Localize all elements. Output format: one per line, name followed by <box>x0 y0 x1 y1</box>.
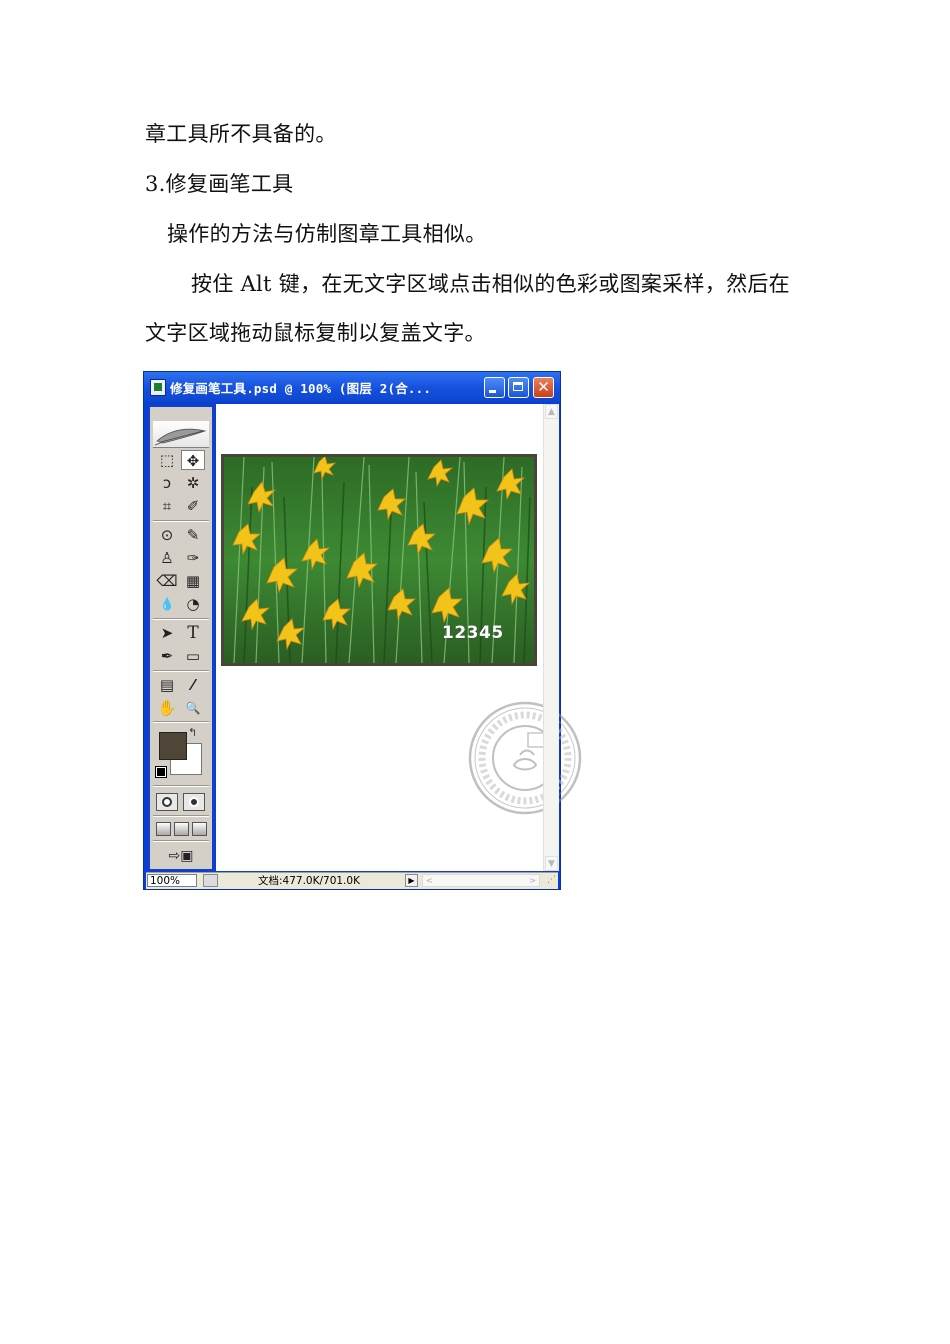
scroll-up-icon[interactable]: ▲ <box>545 404 558 419</box>
toolbox-divider <box>153 520 209 522</box>
standard-screen-mode-button[interactable] <box>156 822 171 836</box>
vertical-scrollbar[interactable]: ▲ ▼ <box>543 404 559 871</box>
flower-photo: 12345 <box>221 454 537 666</box>
toolbox-divider <box>153 670 209 672</box>
section-heading: 3.修复画笔工具 <box>145 172 294 196</box>
clone-stamp-tool-icon[interactable]: ♙ <box>155 548 179 568</box>
hand-tool-icon[interactable]: ✋ <box>155 698 179 718</box>
type-tool-icon[interactable]: T <box>181 623 205 643</box>
status-clock-icon[interactable] <box>203 874 218 887</box>
paragraph-3: 操作的方法与仿制图章工具相似。 <box>167 222 487 246</box>
healing-brush-tool-icon[interactable]: ⊙ <box>155 525 179 545</box>
swap-colors-icon[interactable]: ↰ <box>188 726 197 739</box>
crop-tool-icon[interactable]: ⌗ <box>155 496 179 516</box>
status-menu-arrow-icon[interactable]: ▶ <box>405 874 418 887</box>
marquee-tool-icon[interactable]: ⬚ <box>155 450 179 470</box>
close-button[interactable]: ✕ <box>533 377 554 398</box>
full-screen-mode-button[interactable] <box>192 822 207 836</box>
resize-grip-icon[interactable]: ⋰ <box>547 875 556 885</box>
move-tool-icon[interactable]: ✥ <box>181 450 205 470</box>
zoom-level-field[interactable]: 100% <box>147 874 197 887</box>
paragraph-1: 章工具所不具备的。 <box>145 122 337 146</box>
scroll-right-icon[interactable]: > <box>529 875 536 886</box>
eraser-tool-icon[interactable]: ⌫ <box>155 571 179 591</box>
history-brush-tool-icon[interactable]: ✑ <box>181 548 205 568</box>
feather-logo-icon[interactable] <box>153 421 209 448</box>
eyedropper-tool-icon[interactable]: ⁄ <box>181 675 205 695</box>
window-title: 修复画笔工具.psd @ 100% (图层 2(合... <box>170 381 432 396</box>
scroll-left-icon[interactable]: < <box>426 875 433 886</box>
close-icon: ✕ <box>537 378 550 396</box>
toolbox-divider <box>153 785 209 787</box>
magic-wand-tool-icon[interactable]: ✲ <box>181 473 205 493</box>
zoom-tool-icon[interactable]: 🔍 <box>181 698 205 718</box>
path-selection-tool-icon[interactable]: ➤ <box>155 623 179 643</box>
toolbox-divider <box>153 721 209 723</box>
window-titlebar[interactable]: 修复画笔工具.psd @ 100% (图层 2(合... ✕ <box>144 372 560 402</box>
quickmask-mode-button[interactable] <box>183 793 205 811</box>
brush-tool-icon[interactable]: ✎ <box>181 525 205 545</box>
shape-tool-icon[interactable]: ▭ <box>181 646 205 666</box>
photoshop-document-window: 修复画笔工具.psd @ 100% (图层 2(合... ✕ ✥ ⬚ ↄ ✲ ⌗… <box>143 371 582 890</box>
blur-tool-icon[interactable]: 💧 <box>155 594 179 614</box>
canvas-area[interactable]: 12345 <box>216 404 582 871</box>
slice-tool-icon[interactable]: ✐ <box>181 496 205 516</box>
image-overlay-number: 12345 <box>442 623 504 643</box>
scroll-down-icon[interactable]: ▼ <box>545 856 558 871</box>
document-icon <box>150 379 166 396</box>
gradient-tool-icon[interactable]: ▦ <box>181 571 205 591</box>
pen-tool-icon[interactable]: ✒ <box>155 646 179 666</box>
full-screen-menu-mode-button[interactable] <box>174 822 189 836</box>
dodge-tool-icon[interactable]: ◔ <box>181 594 205 614</box>
jump-to-imageready-icon[interactable]: ⇨▣ <box>158 846 204 866</box>
lasso-tool-icon[interactable]: ↄ <box>155 473 179 493</box>
paragraph-4: 按住 Alt 键，在无文字区域点击相似的色彩或图案采样，然后在 <box>191 272 790 296</box>
maximize-button[interactable] <box>508 377 529 398</box>
notes-tool-icon[interactable]: ▤ <box>155 675 179 695</box>
watermark-seal <box>466 699 584 821</box>
toolbox-divider <box>153 840 209 842</box>
status-bar: 100% 文档:477.0K/701.0K ▶ < > ⋰ <box>146 872 558 889</box>
toolbox-divider <box>153 815 209 817</box>
document-size-info: 文档:477.0K/701.0K <box>258 875 360 887</box>
default-colors-icon[interactable] <box>155 766 167 778</box>
toolbox-divider <box>153 618 209 620</box>
toolbox-panel: ✥ ⬚ ↄ ✲ ⌗ ✐ ⊙ ✎ ♙ ✑ ⌫ ▦ 💧 ◔ ➤ T ✒ ▭ ▤ ⁄ … <box>148 405 214 871</box>
paragraph-5: 文字区域拖动鼠标复制以复盖文字。 <box>145 321 486 345</box>
minimize-button[interactable] <box>484 377 505 398</box>
standard-mode-button[interactable] <box>156 793 178 811</box>
foreground-color-swatch[interactable] <box>159 732 187 760</box>
horizontal-scrollbar[interactable]: < > <box>422 874 540 887</box>
